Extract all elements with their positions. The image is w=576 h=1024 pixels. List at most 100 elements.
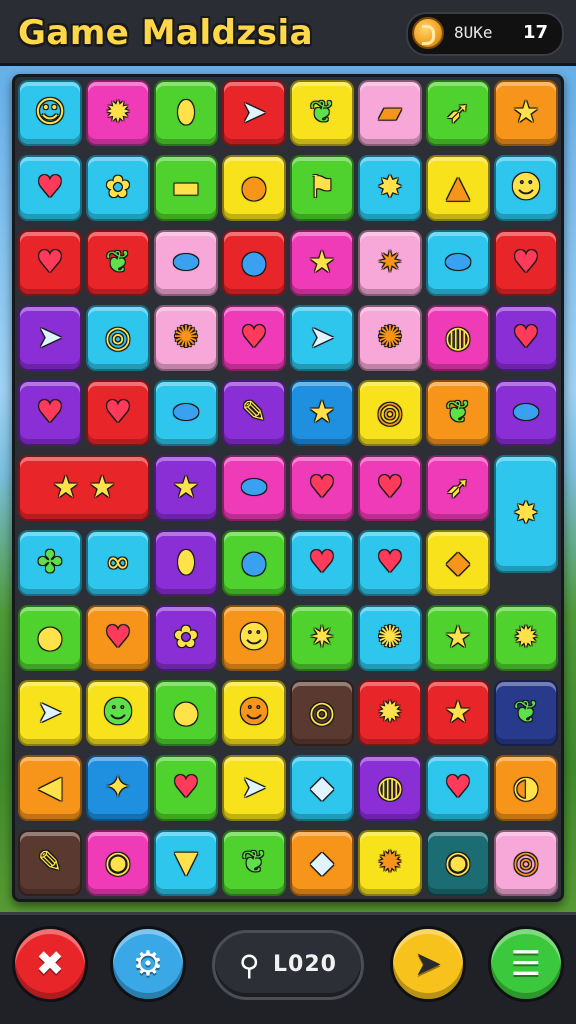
tile[interactable]: ● [222, 230, 286, 296]
tile[interactable]: ➶ [426, 455, 490, 521]
tile[interactable]: ✿ [154, 605, 218, 671]
tile[interactable]: ◎ [494, 830, 558, 896]
tile[interactable]: ♥ [358, 455, 422, 521]
tile[interactable]: ➤ [18, 680, 82, 746]
tile[interactable]: ✺ [358, 605, 422, 671]
tile[interactable]: ➶ [426, 80, 490, 146]
tile[interactable]: ☻ [222, 680, 286, 746]
tile[interactable]: ➤ [18, 305, 82, 371]
tile[interactable]: ⬬ [222, 455, 286, 521]
bird-icon: ➶ [445, 95, 471, 130]
tile[interactable]: ♥ [154, 755, 218, 821]
tile[interactable]: ● [222, 155, 286, 221]
tile[interactable]: ◍ [358, 755, 422, 821]
tile[interactable]: ♥ [494, 305, 558, 371]
tile[interactable]: ☻ [494, 155, 558, 221]
tile[interactable]: ✺ [358, 305, 422, 371]
tile[interactable]: ♥ [494, 230, 558, 296]
tile[interactable]: ➤ [222, 755, 286, 821]
tile[interactable]: ✹ [358, 830, 422, 896]
tile[interactable]: ◆ [290, 830, 354, 896]
tile[interactable]: ✹ [494, 605, 558, 671]
tile[interactable]: ✷ [290, 605, 354, 671]
sun-icon: ✹ [377, 845, 403, 880]
tile[interactable]: ❦ [494, 680, 558, 746]
tile[interactable]: ◍ [426, 305, 490, 371]
tile[interactable]: ✸ [494, 455, 558, 573]
tile[interactable]: ☻ [222, 605, 286, 671]
tile[interactable]: ✤ [18, 530, 82, 596]
heart-icon: ♥ [512, 245, 540, 280]
tile[interactable]: ✹ [358, 680, 422, 746]
settings-button[interactable]: ⚙ [110, 926, 186, 1002]
tile[interactable]: ★ [426, 680, 490, 746]
tile[interactable]: ♥ [290, 530, 354, 596]
double-star-icon: ★ ★ [52, 470, 116, 505]
tile[interactable]: ● [18, 605, 82, 671]
tile[interactable]: ▰ [358, 80, 422, 146]
tile[interactable]: ♥ [86, 605, 150, 671]
tile[interactable]: ★ [290, 380, 354, 446]
tile[interactable]: ✦ [86, 755, 150, 821]
tile[interactable]: ♥ [222, 305, 286, 371]
tile[interactable]: ➤ [222, 80, 286, 146]
tile[interactable]: ◉ [86, 830, 150, 896]
tile[interactable]: ✷ [358, 230, 422, 296]
tile[interactable]: ★ [494, 80, 558, 146]
tile[interactable]: ⬬ [154, 230, 218, 296]
paper-plane-icon: ➤ [241, 95, 267, 130]
tile[interactable]: ★ [290, 230, 354, 296]
tile[interactable]: ★ [154, 455, 218, 521]
game-title: Game Maldzsia [18, 13, 314, 53]
tile[interactable]: ✿ [86, 155, 150, 221]
tile[interactable]: ❦ [222, 830, 286, 896]
tile[interactable]: ★ [426, 605, 490, 671]
tile[interactable]: ◆ [290, 755, 354, 821]
tile[interactable]: ✹ [86, 80, 150, 146]
tile[interactable]: ◎ [290, 680, 354, 746]
tile[interactable]: ⬬ [426, 230, 490, 296]
tile[interactable]: ⬬ [154, 380, 218, 446]
send-button[interactable]: ➤ [390, 926, 466, 1002]
tile[interactable]: ♥ [358, 530, 422, 596]
tile[interactable]: ♥ [18, 380, 82, 446]
tile[interactable]: ◀ [18, 755, 82, 821]
tile[interactable]: ◉ [426, 830, 490, 896]
coin-icon [412, 17, 444, 49]
leaf-icon: ❦ [105, 245, 131, 280]
tile[interactable]: ❦ [426, 380, 490, 446]
tile[interactable]: ▬ [154, 155, 218, 221]
tile[interactable]: ♥ [18, 155, 82, 221]
candy-icon: ⬮ [176, 545, 196, 580]
tile[interactable]: ∞ [86, 530, 150, 596]
tile[interactable]: ◑ [494, 755, 558, 821]
tile[interactable]: ☺ [18, 80, 82, 146]
tile[interactable]: ⬮ [154, 80, 218, 146]
tile[interactable]: ⬬ [494, 380, 558, 446]
tile[interactable]: ✸ [358, 155, 422, 221]
tile[interactable]: ● [154, 680, 218, 746]
tile[interactable]: ✎ [18, 830, 82, 896]
tile[interactable]: ☻ [86, 680, 150, 746]
tile[interactable]: ♥ [18, 230, 82, 296]
tile[interactable]: ★ ★ [18, 455, 150, 521]
tile[interactable]: ▲ [426, 155, 490, 221]
shuffle-button[interactable]: ✖ [12, 926, 88, 1002]
tile[interactable]: ✎ [222, 380, 286, 446]
tile[interactable]: ➤ [290, 305, 354, 371]
tile[interactable]: ♥ [290, 455, 354, 521]
tile[interactable]: ♥ [426, 755, 490, 821]
tile[interactable]: ● [222, 530, 286, 596]
tile[interactable]: ⬮ [154, 530, 218, 596]
tile[interactable]: ✺ [154, 305, 218, 371]
tile[interactable]: ▼ [154, 830, 218, 896]
tile[interactable]: ◎ [358, 380, 422, 446]
tile[interactable]: ❦ [86, 230, 150, 296]
tile[interactable]: ♥ [86, 380, 150, 446]
tile[interactable]: ◎ [86, 305, 150, 371]
tile[interactable]: ⚑ [290, 155, 354, 221]
tile[interactable]: ❦ [290, 80, 354, 146]
tile[interactable]: ◆ [426, 530, 490, 596]
menu-button[interactable]: ☰ [488, 926, 564, 1002]
currency-counter[interactable]: 8UKe 17 [406, 12, 564, 56]
